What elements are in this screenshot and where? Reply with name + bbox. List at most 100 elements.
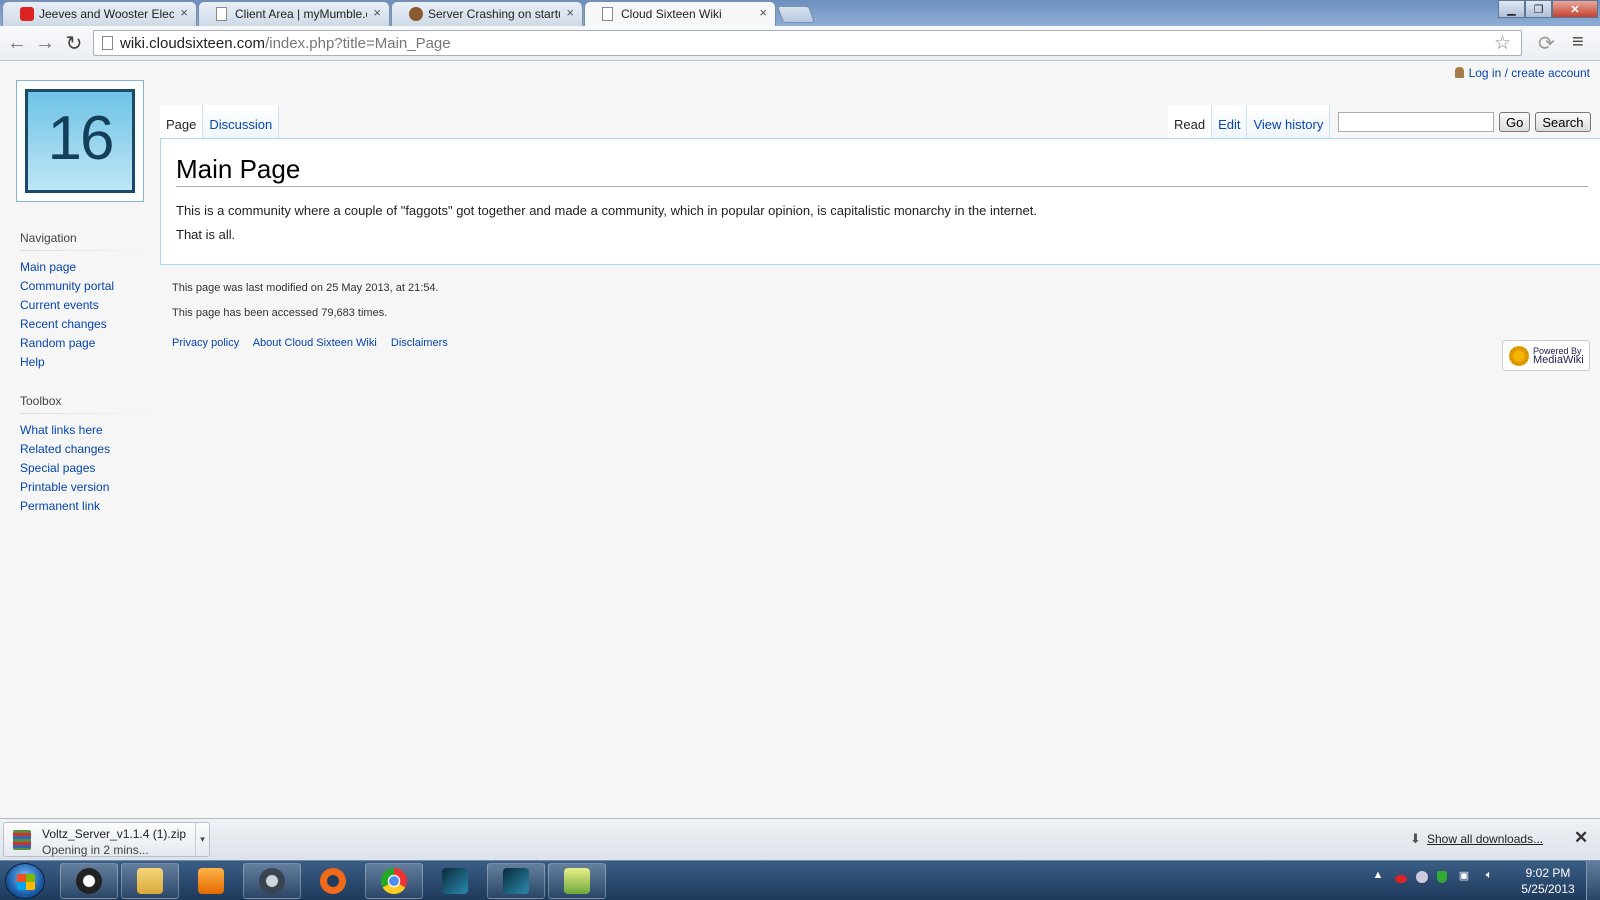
taskbar-steam[interactable]	[243, 863, 301, 899]
windows-logo-icon	[17, 874, 35, 890]
system-clock[interactable]: 9:02 PM 5/25/2013	[1513, 865, 1583, 897]
portal-toolbox: Toolbox What links here Related changes …	[20, 394, 155, 516]
show-desktop-button[interactable]	[1586, 861, 1600, 900]
minimize-icon[interactable]: ▁	[1498, 0, 1525, 18]
browser-tab-4[interactable]: Cloud Sixteen Wiki ×	[584, 1, 776, 26]
new-tab-button[interactable]	[776, 6, 816, 23]
go-button[interactable]: Go	[1499, 112, 1531, 132]
footer-links: Privacy policy About Cloud Sixteen Wiki …	[172, 337, 459, 349]
app-icon	[442, 868, 468, 894]
sidebar-item-random-page[interactable]: Random page	[20, 334, 155, 353]
search-button[interactable]: Search	[1535, 112, 1591, 132]
taskbar-app-3[interactable]	[487, 863, 545, 899]
restore-icon[interactable]: ❐	[1525, 0, 1552, 18]
tab-close-icon[interactable]: ×	[373, 5, 381, 20]
wiki-logo[interactable]: 16	[16, 80, 144, 202]
menu-icon[interactable]: ≡	[1572, 31, 1584, 54]
app-icon	[76, 868, 102, 894]
tray-expand-icon[interactable]: ▲	[1370, 869, 1386, 885]
sidebar: Navigation Main page Community portal Cu…	[20, 231, 155, 538]
namespace-tabs: Page Discussion	[160, 105, 280, 139]
network-icon[interactable]: ▣	[1456, 869, 1472, 885]
page-icon	[102, 36, 113, 50]
powered-by-mediawiki-badge[interactable]: Powered By MediaWiki	[1502, 340, 1590, 371]
browser-tab-1[interactable]: Jeeves and Wooster Electr ×	[2, 1, 197, 26]
chevron-down-icon[interactable]: ▾	[195, 823, 209, 856]
access-count: This page has been accessed 79,683 times…	[172, 307, 388, 319]
sidebar-item-community-portal[interactable]: Community portal	[20, 277, 155, 296]
sidebar-item-main-page[interactable]: Main page	[20, 258, 155, 277]
footer-link-disclaimers[interactable]: Disclaimers	[391, 337, 448, 349]
browser-tab-3[interactable]: Server Crashing on startup ×	[391, 1, 583, 26]
taskbar-app-1[interactable]	[60, 863, 118, 899]
body-paragraph: That is all.	[176, 227, 236, 242]
taskbar-app-4[interactable]	[548, 863, 606, 899]
tab-page[interactable]: Page	[160, 105, 204, 139]
forward-arrow-icon[interactable]: →	[33, 31, 57, 55]
page-title: Main Page	[176, 154, 301, 184]
app-icon	[503, 868, 529, 894]
taskbar-chrome[interactable]	[365, 863, 423, 899]
wiki-page: 16 Log in / create account Page Discussi…	[0, 61, 1600, 818]
tab-edit[interactable]: Edit	[1212, 105, 1248, 139]
browser-tab-strip: Jeeves and Wooster Electr × Client Area …	[0, 0, 1600, 26]
download-status: Opening in 2 mins...	[42, 843, 149, 857]
app-icon	[564, 868, 590, 894]
download-arrow-icon: ⬇	[1410, 831, 1421, 846]
download-item[interactable]: Voltz_Server_v1.1.4 (1).zip Opening in 2…	[3, 822, 210, 857]
close-icon[interactable]: ✕	[1574, 828, 1588, 848]
start-button[interactable]	[5, 863, 45, 899]
sync-icon[interactable]: ⟳	[1538, 31, 1555, 56]
sidebar-item-current-events[interactable]: Current events	[20, 296, 155, 315]
portal-heading: Toolbox	[20, 394, 155, 414]
address-bar[interactable]: wiki.cloudsixteen.com/index.php?title=Ma…	[93, 30, 1522, 56]
taskbar-explorer[interactable]	[121, 863, 179, 899]
clock-time: 9:02 PM	[1525, 866, 1571, 880]
tab-discussion[interactable]: Discussion	[203, 105, 280, 139]
taskbar-media-player[interactable]	[182, 863, 240, 899]
tab-close-icon[interactable]: ×	[566, 5, 574, 20]
footer-link-about[interactable]: About Cloud Sixteen Wiki	[253, 337, 377, 349]
browser-tab-2[interactable]: Client Area | myMumble.c ×	[198, 1, 390, 26]
window-controls: ▁ ❐ ✕	[1498, 0, 1598, 18]
volume-icon[interactable]: 🔈︎	[1481, 869, 1497, 885]
youtube-icon	[20, 7, 34, 21]
steam-tray-icon[interactable]	[1416, 871, 1428, 883]
portal-navigation: Navigation Main page Community portal Cu…	[20, 231, 155, 372]
sidebar-item-special-pages[interactable]: Special pages	[20, 459, 155, 478]
sidebar-item-recent-changes[interactable]: Recent changes	[20, 315, 155, 334]
media-player-icon	[198, 868, 224, 894]
sidebar-item-related-changes[interactable]: Related changes	[20, 440, 155, 459]
bookmark-star-icon[interactable]: ☆	[1494, 32, 1511, 55]
footer-link-privacy[interactable]: Privacy policy	[172, 337, 239, 349]
folder-icon	[137, 868, 163, 894]
tab-close-icon[interactable]: ×	[759, 5, 767, 20]
tab-read[interactable]: Read	[1168, 105, 1213, 139]
sidebar-item-help[interactable]: Help	[20, 353, 155, 372]
system-tray: ▲ ▣ 🔈︎	[1370, 869, 1497, 885]
address-url: wiki.cloudsixteen.com/index.php?title=Ma…	[120, 35, 451, 52]
sidebar-item-what-links-here[interactable]: What links here	[20, 421, 155, 440]
reload-icon[interactable]: ↻	[62, 31, 86, 55]
show-all-downloads-link[interactable]: Show all downloads...	[1427, 832, 1543, 846]
last-modified: This page was last modified on 25 May 20…	[172, 282, 439, 294]
sidebar-item-printable-version[interactable]: Printable version	[20, 478, 155, 497]
user-icon	[1454, 67, 1464, 78]
window-close-icon[interactable]: ✕	[1552, 0, 1598, 18]
tab-close-icon[interactable]: ×	[180, 5, 188, 20]
chrome-icon	[381, 868, 407, 894]
tray-app-icon[interactable]	[1395, 875, 1407, 883]
sidebar-item-permanent-link[interactable]: Permanent link	[20, 497, 155, 516]
login-link[interactable]: Log in / create account	[1469, 66, 1590, 80]
windows-taskbar: ▲ ▣ 🔈︎ 9:02 PM 5/25/2013	[0, 860, 1600, 900]
taskbar-app-2[interactable]	[426, 863, 484, 899]
search-form: Go Search	[1338, 112, 1591, 132]
content-area: Main Page This is a community where a co…	[160, 138, 1600, 265]
taskbar-origin[interactable]	[304, 863, 362, 899]
back-arrow-icon[interactable]: ←	[5, 31, 29, 55]
tab-view-history[interactable]: View history	[1247, 105, 1331, 139]
shield-icon[interactable]	[1437, 871, 1447, 883]
sunflower-icon	[1509, 345, 1529, 366]
search-input[interactable]	[1338, 112, 1494, 132]
clock-date: 5/25/2013	[1521, 882, 1575, 896]
